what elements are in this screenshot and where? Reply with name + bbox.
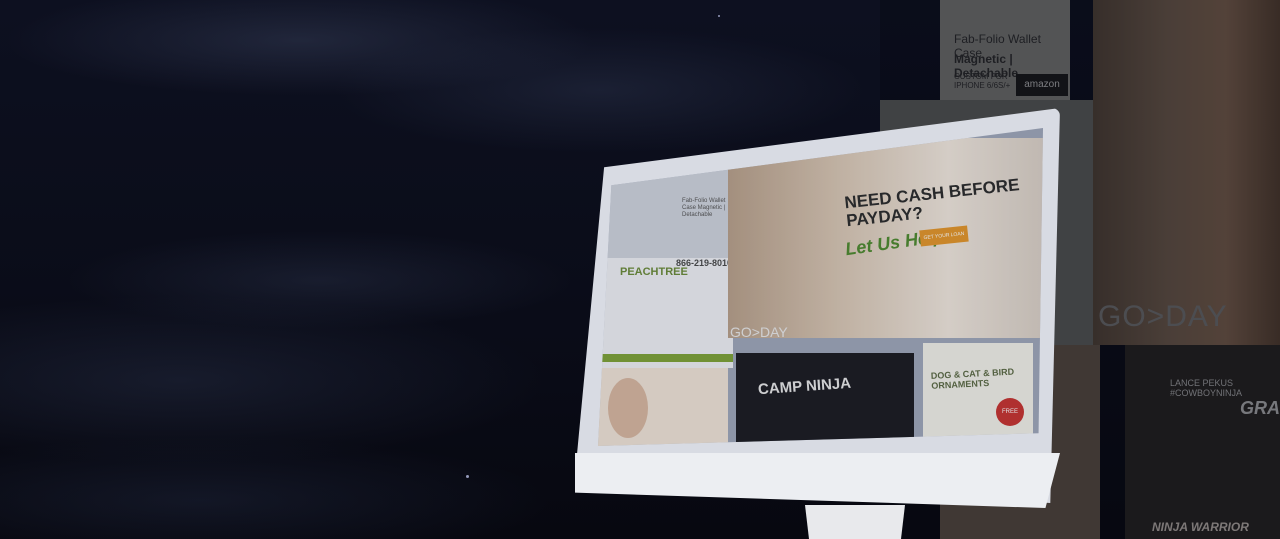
- monitor-stand: [805, 505, 905, 539]
- star: [718, 15, 720, 17]
- monitor-chin: [575, 453, 1060, 508]
- star: [466, 475, 469, 478]
